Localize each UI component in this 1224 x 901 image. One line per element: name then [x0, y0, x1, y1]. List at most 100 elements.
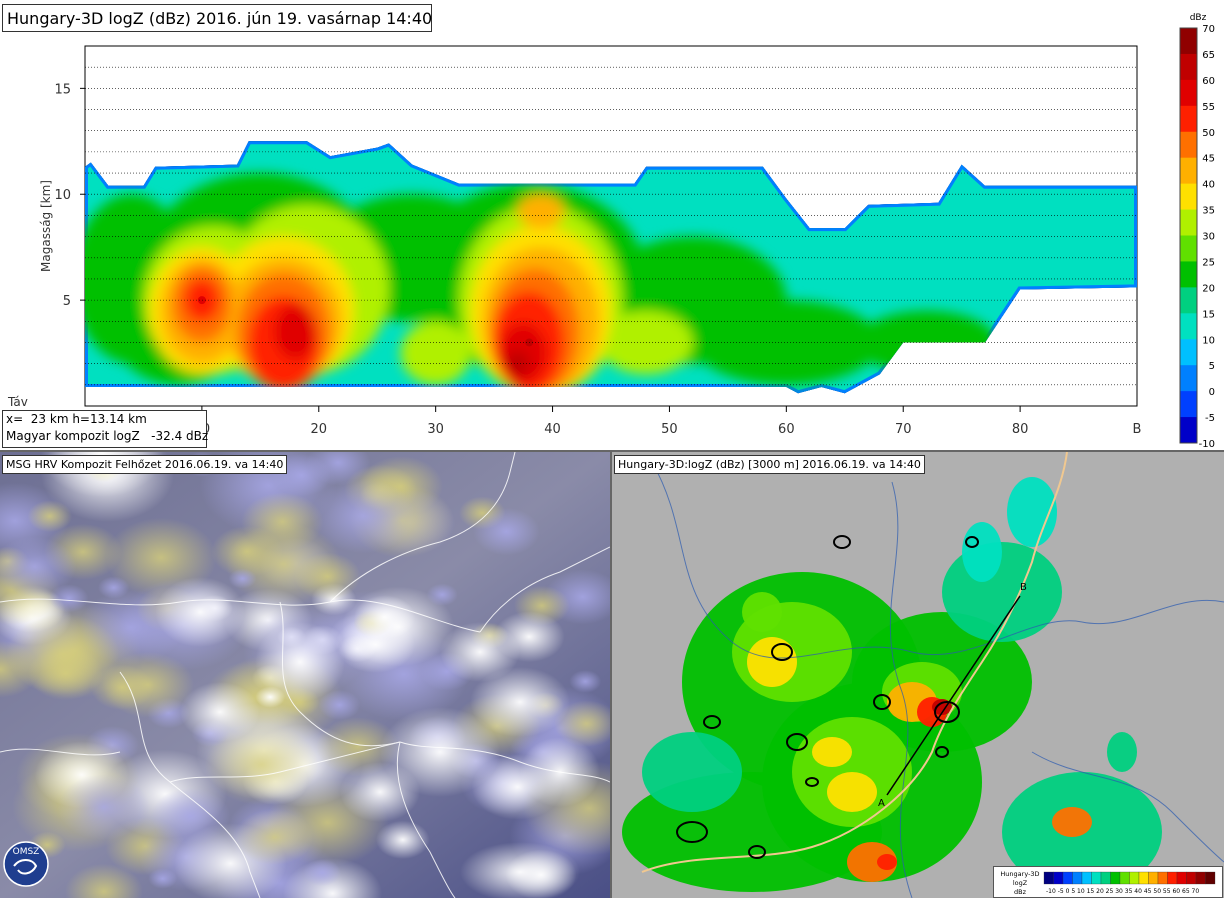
x-axis-label: Táv [7, 395, 28, 409]
colorbar-segment [1180, 287, 1197, 314]
colorbar-segment [1180, 417, 1197, 444]
colorbar: -10 -5 0 5 10 15 20 25 30 35 40 45 50 55 60 65 70dBz [1179, 13, 1215, 450]
radar-legend-svg: Hungary-3D logZ dBz -10 -5 0 5 10 15 20 … [1000, 870, 1216, 896]
colorbar-segment [1180, 339, 1197, 366]
legend-ticks: -10 -5 0 5 10 15 20 25 30 35 40 45 50 55… [1046, 888, 1199, 895]
x-tick-label: 50 [661, 422, 678, 437]
colorbar-segment [1180, 209, 1197, 236]
cloud-patch [335, 616, 416, 673]
colorbar-tick-label: 20 [1202, 283, 1215, 294]
cloud-patch [426, 583, 458, 606]
colorbar-tick-label: 45 [1202, 154, 1215, 165]
legend-swatch [1186, 871, 1197, 885]
colorbar-segment [1180, 79, 1197, 107]
legend-swatch [1081, 871, 1092, 885]
legend-swatch [1195, 871, 1206, 885]
radar-echo-5 [642, 732, 742, 812]
x-end-label: B [1133, 422, 1142, 437]
legend-swatch [1091, 871, 1102, 885]
colorbar-tick-label: 10 [1202, 335, 1215, 346]
colorbar-tick-label: 5 [1209, 361, 1215, 372]
legend-swatch [1100, 871, 1111, 885]
y-axis-label: Magasság [km] [39, 180, 53, 272]
satellite-image: OMSZ [0, 452, 610, 898]
radar-echo-9 [1107, 732, 1137, 772]
colorbar-segment [1180, 53, 1197, 81]
radar-echo-13 [742, 592, 782, 632]
legend-swatch [1043, 871, 1054, 885]
legend-swatch [1129, 871, 1140, 885]
legend-swatch [1167, 871, 1178, 885]
cloud-patch [303, 859, 342, 887]
colorbar-tick-label: -10 [1199, 439, 1215, 450]
cloud-mass [180, 682, 260, 742]
colorbar-tick-label: 15 [1202, 309, 1215, 320]
cloud-patch [235, 809, 314, 865]
cross-section-svg: 51015Magasság [km]1020304050607080BTáv-1… [7, 13, 1215, 450]
colorbar-segment [1180, 28, 1197, 55]
legend-swatch [1205, 871, 1216, 885]
echo-cell-5 [692, 300, 880, 385]
cloud-patch [228, 568, 257, 589]
colorbar-segment [1180, 235, 1197, 262]
colorbar-segment [1180, 391, 1197, 418]
radar-legend: Hungary-3D logZ dBz -10 -5 0 5 10 15 20 … [993, 866, 1223, 898]
cloud-patch [473, 507, 540, 556]
legend-swatch [1053, 871, 1064, 885]
colorbar-tick-label: 40 [1202, 180, 1215, 191]
radar-echo-18 [827, 772, 877, 812]
legend-swatch [1176, 871, 1187, 885]
cloud-mass [340, 762, 420, 822]
y-axis: 5 10 15 Magasság [km] [39, 82, 85, 309]
legend-swatch [1138, 871, 1149, 885]
echo-cell-19 [517, 194, 565, 229]
cloud-patch [27, 500, 73, 533]
omsz-logo: OMSZ [3, 841, 49, 887]
satellite-panel-title: MSG HRV Kompozit Felhőzet 2016.06.19. va… [2, 455, 288, 474]
radar-panel-title: Hungary-3D:logZ (dBz) [3000 m] 2016.06.1… [614, 455, 925, 474]
colorbar-segment [1180, 313, 1197, 340]
radar-map-panel[interactable]: A B Hungary-3D:logZ (dBz) [3000 m] 2016.… [612, 452, 1224, 898]
colorbar-unit: dBz [1190, 13, 1207, 23]
colorbar-segment [1180, 261, 1197, 288]
legend-swatch [1148, 871, 1159, 885]
colorbar-tick-label: 60 [1202, 76, 1215, 87]
cross-section-chart: 51015Magasság [km]1020304050607080BTáv-1… [0, 0, 1224, 452]
cloud-patch [225, 522, 342, 606]
y-tick-label: 10 [54, 188, 71, 203]
radar-echo-14 [747, 637, 797, 687]
echo-cell-11 [400, 321, 471, 385]
colorbar-tick-label: 35 [1202, 206, 1215, 217]
radar-map: A B [612, 452, 1224, 898]
y-tick-label: 15 [54, 82, 71, 97]
x-tick-label: 80 [1012, 422, 1029, 437]
colorbar-segment [1180, 183, 1197, 211]
satellite-panel[interactable]: OMSZ MSG HRV Kompozit Felhőzet 2016.06.1… [0, 452, 610, 898]
colorbar-tick-label: 30 [1202, 232, 1215, 243]
x-tick-label: 40 [544, 422, 561, 437]
colorbar-tick-label: 25 [1202, 257, 1215, 268]
radar-echo-20 [877, 854, 897, 870]
readout-position: x= 23 km h=13.14 km [6, 412, 147, 426]
legend-title-1: Hungary-3D [1000, 870, 1039, 878]
colorbar-tick-label: 65 [1202, 50, 1215, 61]
radar-echo-8 [962, 522, 1002, 582]
colorbar-segment [1180, 131, 1197, 159]
cursor-readout: x= 23 km h=13.14 km Magyar kompozit logZ … [2, 410, 208, 448]
radar-echo-22 [812, 737, 852, 767]
legend-swatch [1110, 871, 1121, 885]
colorbar-segment [1180, 105, 1197, 133]
x-tick-label: 20 [311, 422, 328, 437]
legend-swatch [1157, 871, 1168, 885]
legend-swatch [1072, 871, 1083, 885]
cloud-patch [150, 787, 231, 845]
colorbar-segment [1180, 157, 1197, 185]
cloud-patch [6, 613, 120, 695]
omsz-logo-text: OMSZ [13, 847, 40, 857]
legend-title-2: logZ [1013, 879, 1028, 887]
colorbar-tick-label: 55 [1202, 102, 1215, 113]
cloud-patch [57, 774, 150, 840]
colorbar-tick-label: 0 [1209, 387, 1215, 398]
core-0 [291, 327, 300, 336]
y-tick-label: 5 [63, 294, 71, 309]
